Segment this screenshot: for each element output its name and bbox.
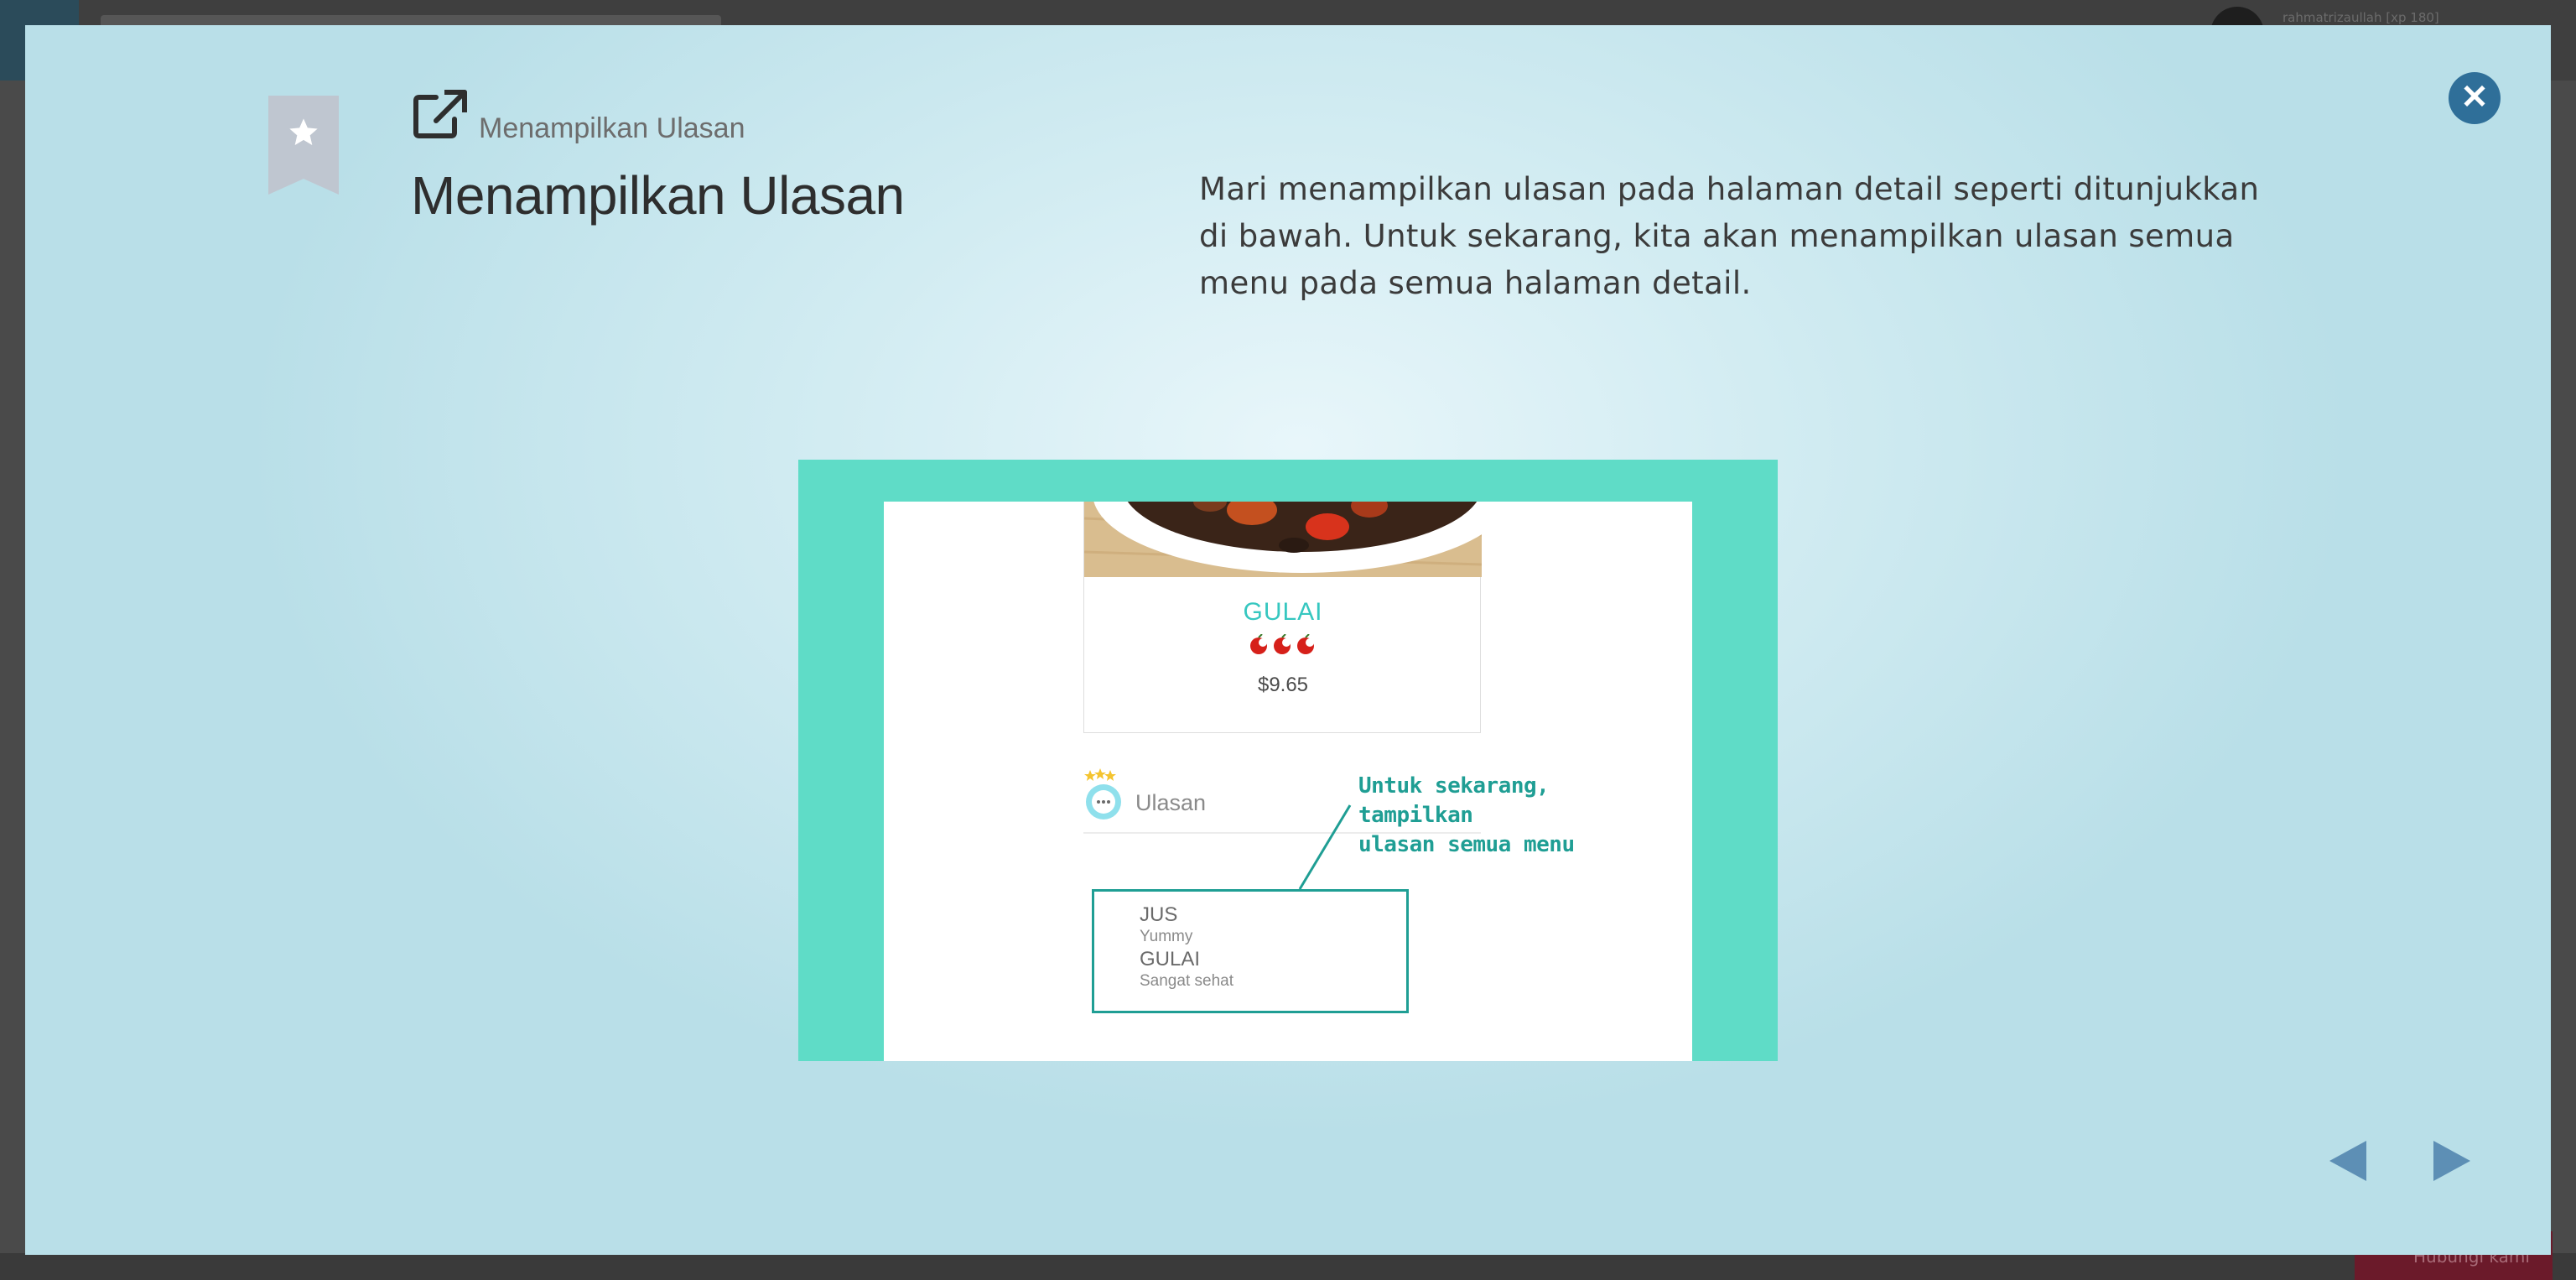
external-link-icon[interactable] <box>411 89 470 141</box>
close-icon: ✕ <box>2460 79 2489 116</box>
triangle-right-icon <box>2433 1141 2470 1181</box>
reviews-list-box: JUS Yummy GULAI Sangat sehat <box>1092 889 1409 1013</box>
background-bottom-bar <box>0 1253 2576 1280</box>
illustration-page: GULAI $9.65 Ulasan Untuk sekarang, tampi… <box>884 502 1692 1061</box>
lesson-illustration: GULAI $9.65 Ulasan Untuk sekarang, tampi… <box>798 460 1778 1061</box>
lesson-description: Mari menampilkan ulasan pada halaman det… <box>1199 171 2260 301</box>
review-1-menu: JUS <box>1140 903 1178 926</box>
review-2-text: Sangat sehat <box>1140 972 1233 990</box>
close-button[interactable]: ✕ <box>2449 72 2501 124</box>
lesson-modal: Menampilkan Ulasan Menampilkan Ulasan Ma… <box>25 25 2551 1255</box>
page-title: Menampilkan Ulasan <box>411 165 905 226</box>
previous-button[interactable] <box>2324 1137 2371 1184</box>
triangle-left-icon <box>2329 1141 2366 1181</box>
star-bookmark-icon[interactable] <box>268 96 339 195</box>
review-1-text: Yummy <box>1140 928 1193 945</box>
next-button[interactable] <box>2428 1137 2475 1184</box>
breadcrumb: Menampilkan Ulasan <box>479 112 745 144</box>
username-label: rahmatrizaullah [xp 180] <box>2283 10 2439 25</box>
review-2-menu: GULAI <box>1140 948 1201 970</box>
